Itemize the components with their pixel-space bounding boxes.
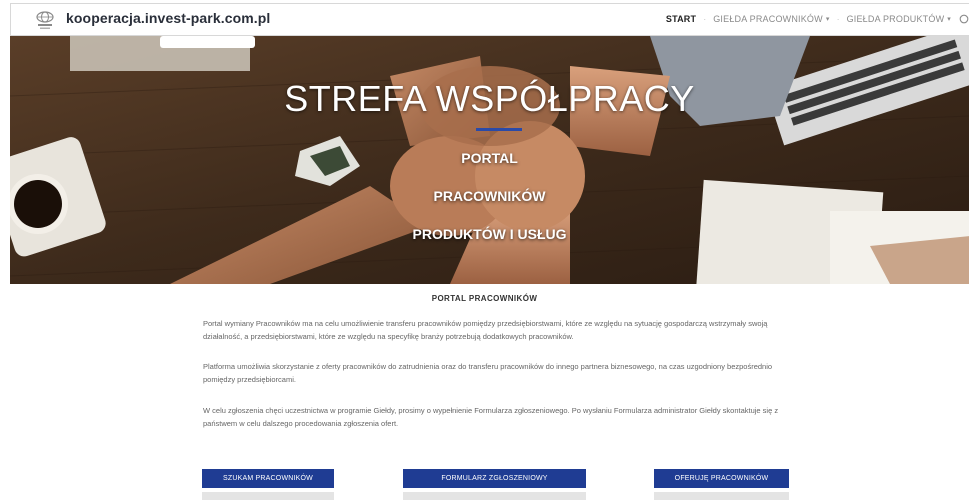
main-content: PORTAL PRACOWNIKÓW Portal wymiany Pracow… (0, 284, 969, 502)
site-header: kooperacja.invest-park.com.pl START · GI… (10, 3, 969, 36)
nav-gielda-pracownikow-label: GIEŁDA PRACOWNIKÓW (713, 14, 823, 24)
hero-line-portal: PORTAL (461, 150, 518, 166)
hero-banner: STREFA WSPÓŁPRACY PORTAL PRACOWNIKÓW PRO… (10, 36, 969, 284)
button-shadow (202, 492, 334, 500)
nav-separator: · (836, 14, 840, 24)
chevron-down-icon: ▾ (825, 16, 830, 23)
nav-start[interactable]: START (666, 14, 696, 24)
nav-gielda-produktow[interactable]: GIEŁDA PRODUKTÓW ▾ (847, 14, 951, 24)
oferuje-pracownikow-button[interactable]: OFERUJĘ PRACOWNIKÓW (654, 469, 789, 488)
hero-title: STREFA WSPÓŁPRACY (284, 78, 695, 119)
paragraph-platform: Platforma umożliwia skorzystanie z ofert… (203, 362, 773, 384)
hero-line-produktow: PRODUKTÓW I USŁUG (412, 226, 567, 242)
hero-text: STREFA WSPÓŁPRACY PORTAL PRACOWNIKÓW PRO… (10, 36, 969, 284)
search-icon[interactable] (959, 14, 969, 24)
button-shadow (403, 492, 586, 500)
nav-separator: · (703, 14, 707, 24)
szukam-pracownikow-button[interactable]: SZUKAM PRACOWNIKÓW (202, 469, 334, 488)
nav-start-label: START (665, 14, 697, 24)
paragraph-registration: W celu zgłoszenia chęci uczestnictwa w p… (203, 406, 779, 428)
paragraph-intro: Portal wymiany Pracowników ma na celu um… (203, 319, 768, 341)
section-title: PORTAL PRACOWNIKÓW (431, 294, 538, 303)
logo-icon[interactable] (33, 9, 57, 31)
main-nav: START · GIEŁDA PRACOWNIKÓW ▾ · GIEŁDA PR… (666, 14, 969, 24)
hero-line-pracownikow: PRACOWNIKÓW (433, 188, 546, 204)
nav-gielda-produktow-label: GIEŁDA PRODUKTÓW (846, 14, 945, 24)
site-name[interactable]: kooperacja.invest-park.com.pl (66, 10, 270, 26)
chevron-down-icon: ▾ (947, 16, 951, 23)
formularz-zgloszeniowy-button[interactable]: FORMULARZ ZGŁOSZENIOWY (403, 469, 586, 488)
nav-gielda-pracownikow[interactable]: GIEŁDA PRACOWNIKÓW ▾ (713, 14, 829, 24)
hero-accent-bar (476, 128, 522, 131)
button-shadow (654, 492, 789, 500)
